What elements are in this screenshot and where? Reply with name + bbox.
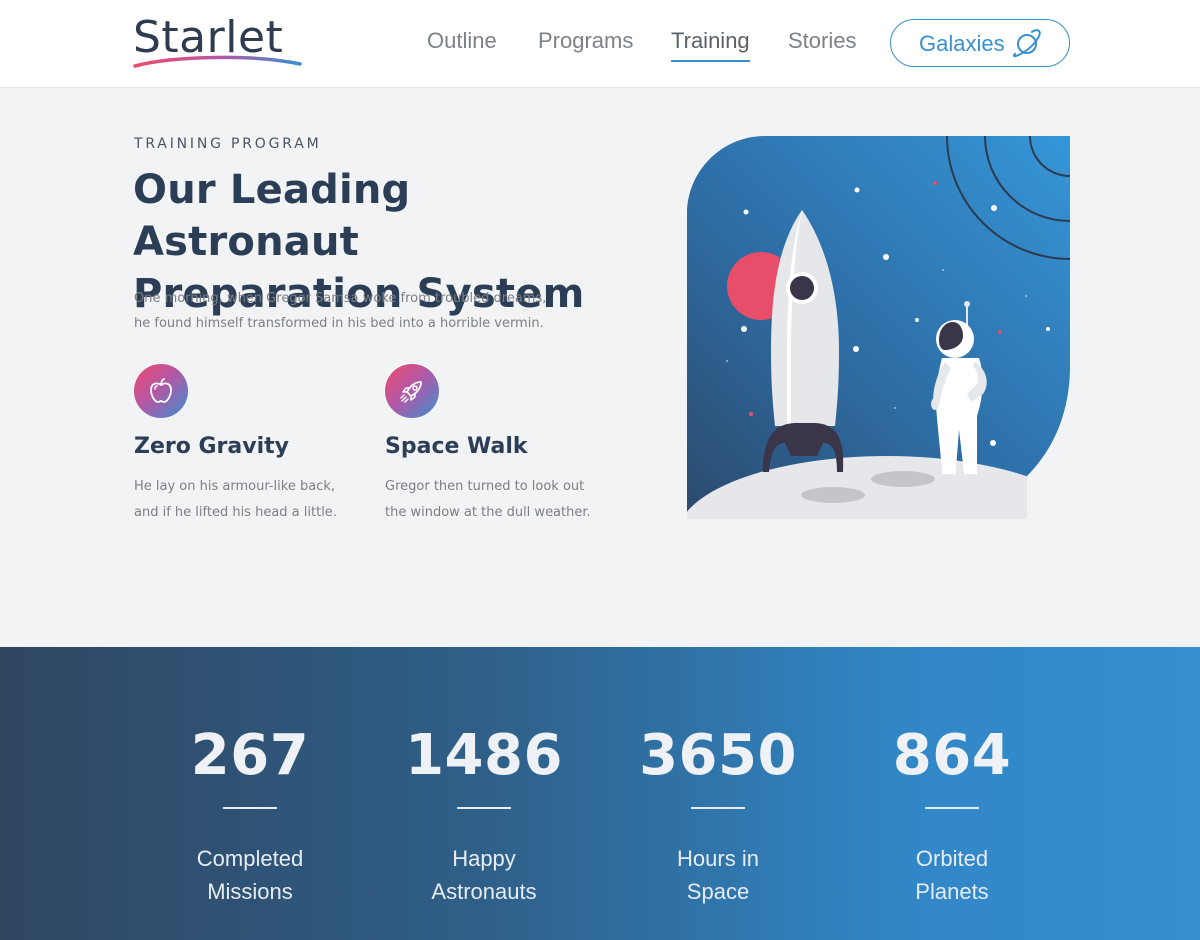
stat-label: Happy Astronauts (367, 842, 601, 908)
feature-title: Zero Gravity (134, 434, 289, 459)
stat-divider (925, 807, 979, 809)
stat-happy-astronauts: 1486 Happy Astronauts (367, 647, 601, 940)
nav-programs-label: Programs (538, 28, 634, 53)
stat-orbited-planets: 864 Orbited Planets (835, 647, 1069, 940)
feature-text-line1: Gregor then turned to look out (385, 479, 585, 494)
stat-value: 864 (892, 723, 1012, 788)
stat-label: Hours in Space (601, 842, 835, 908)
nav-active-underline (671, 60, 750, 62)
stat-value: 1486 (405, 723, 563, 788)
stat-divider (457, 807, 511, 809)
nav-training[interactable]: Training (671, 28, 750, 62)
stat-value: 267 (190, 723, 310, 788)
hero-lead: One morning, when Gregor Samsa woke from… (134, 286, 574, 336)
feature-text-line2: the window at the dull weather. (385, 505, 591, 520)
feature-title: Space Walk (385, 434, 528, 459)
rocket-icon (385, 364, 439, 418)
hero-lead-line2: he found himself transformed in his bed … (134, 316, 544, 331)
section-eyebrow: TRAINING PROGRAM (134, 136, 322, 152)
galaxies-button-label: Galaxies (919, 31, 1005, 56)
stat-hours-in-space: 3650 Hours in Space (601, 647, 835, 940)
site-header: Starlet Outline Programs Training Storie… (0, 0, 1200, 88)
stat-value: 3650 (639, 723, 797, 788)
feature-text-line2: and if he lifted his head a little. (134, 505, 337, 520)
stat-label-line2: Planets (915, 879, 989, 904)
stat-completed-missions: 267 Completed Missions (133, 647, 367, 940)
nav-outline[interactable]: Outline (427, 28, 497, 54)
stat-label: Orbited Planets (835, 842, 1069, 908)
feature-text-line1: He lay on his armour-like back, (134, 479, 335, 494)
stats-section: 267 Completed Missions 1486 Happy Astron… (0, 647, 1200, 940)
feature-text: He lay on his armour-like back, and if h… (134, 474, 364, 526)
hero-lead-line1: One morning, when Gregor Samsa woke from… (134, 291, 547, 306)
feature-text: Gregor then turned to look out the windo… (385, 474, 615, 526)
nav-training-label: Training (671, 28, 750, 53)
stat-label-line1: Orbited (915, 846, 989, 871)
astronaut-rocket-illustration (687, 136, 1070, 519)
stat-label-line1: Happy (452, 846, 516, 871)
nav-programs[interactable]: Programs (538, 28, 633, 54)
stat-label: Completed Missions (133, 842, 367, 908)
stat-divider (223, 807, 277, 809)
apple-icon (134, 364, 188, 418)
galaxies-button[interactable]: Galaxies (890, 19, 1070, 67)
stat-label-line2: Missions (207, 879, 293, 904)
stat-label-line1: Completed (196, 846, 304, 871)
nav-stories-label: Stories (788, 28, 857, 53)
stat-label-line2: Space (686, 879, 750, 904)
stat-label-line1: Hours in (677, 846, 759, 871)
nav-stories[interactable]: Stories (788, 28, 856, 54)
hero-headline-line1: Our Leading Astronaut (133, 167, 411, 265)
stat-divider (691, 807, 745, 809)
stat-label-line2: Astronauts (431, 879, 537, 904)
nav-outline-label: Outline (427, 28, 497, 53)
planet-icon (1013, 29, 1041, 58)
